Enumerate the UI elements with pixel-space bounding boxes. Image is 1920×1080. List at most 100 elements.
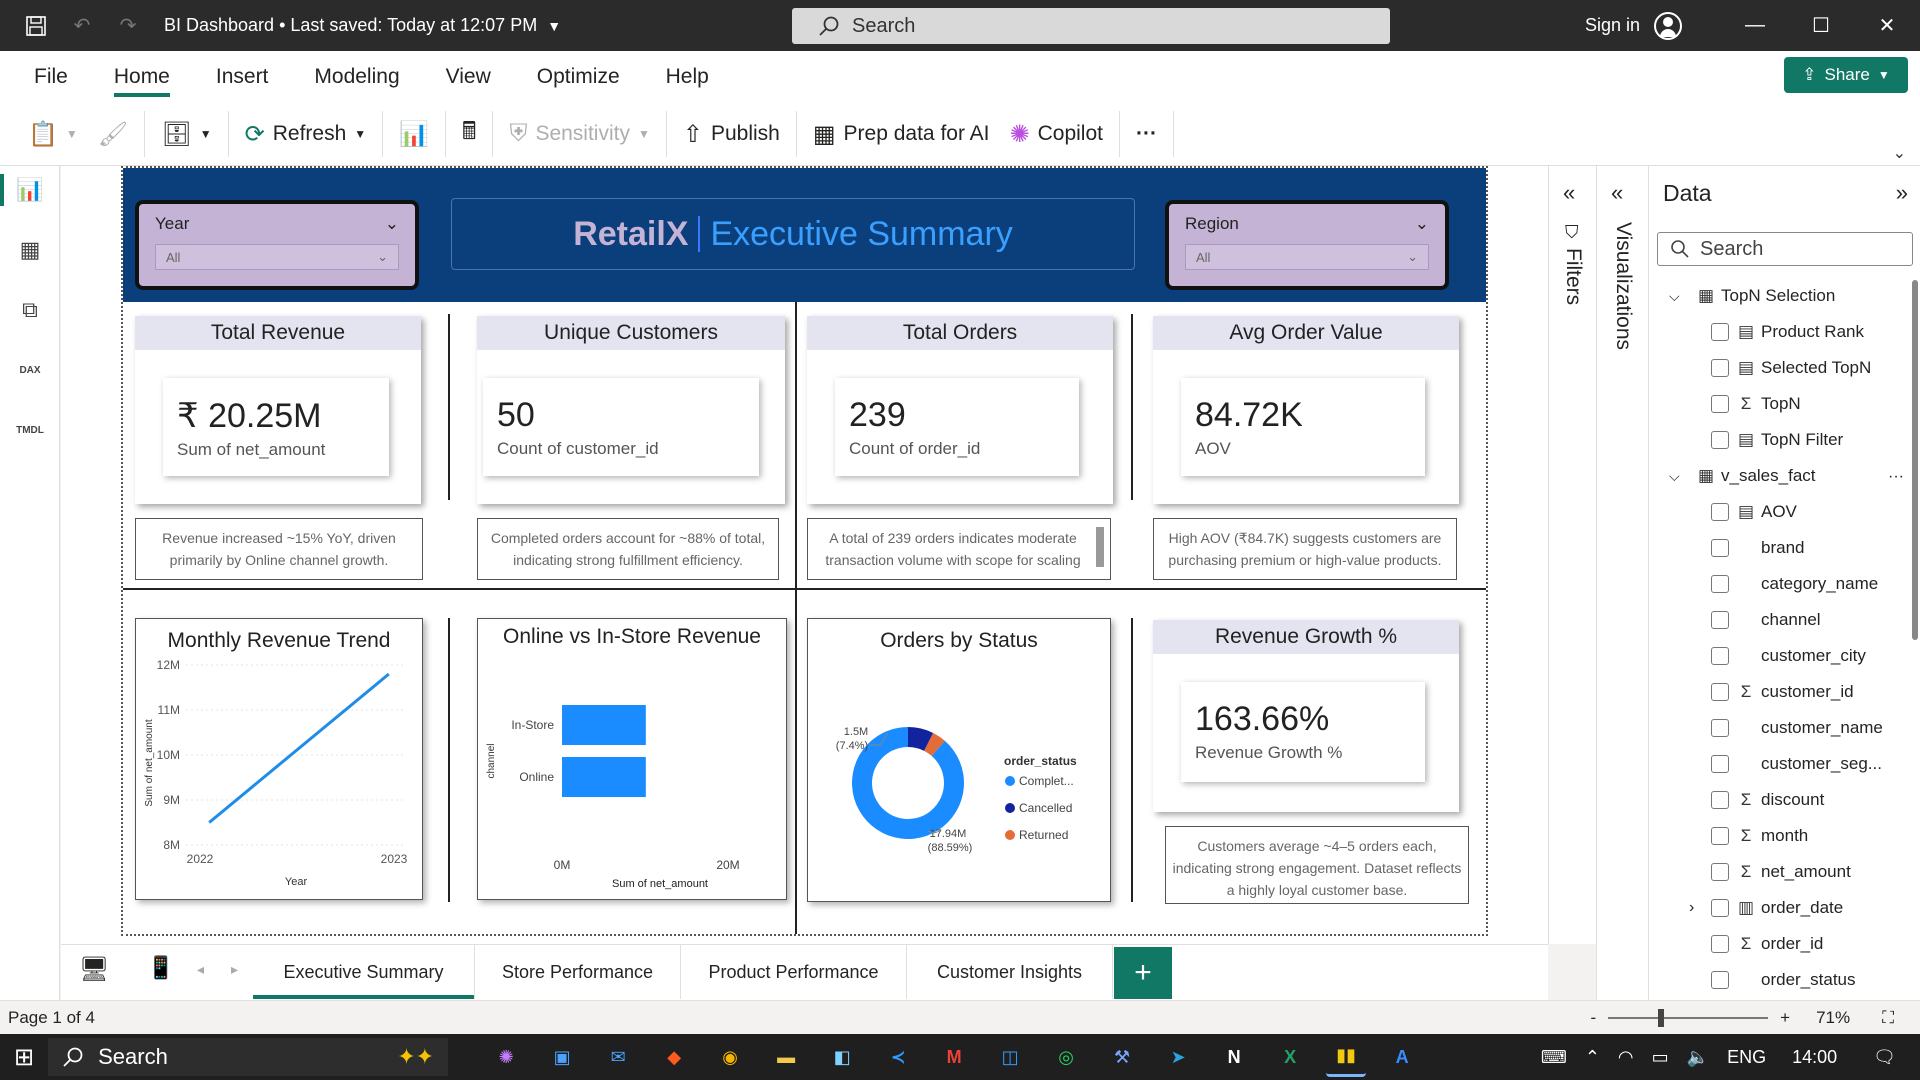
- page-tab-customer-insights[interactable]: Customer Insights: [907, 945, 1113, 999]
- tab-optimize[interactable]: Optimize: [537, 53, 620, 101]
- field-item[interactable]: ▤ TopN Filter: [1649, 422, 1909, 458]
- monthly-revenue-chart[interactable]: Monthly Revenue Trend 12M 11M 10M 9M 8M 2022 2…: [135, 618, 423, 900]
- field-checkbox[interactable]: [1711, 395, 1729, 413]
- field-checkbox[interactable]: [1711, 431, 1729, 449]
- copilot-app-icon[interactable]: ✺: [486, 1037, 526, 1077]
- get-data-button[interactable]: 🗄 ▼: [151, 111, 221, 157]
- year-dropdown[interactable]: All ⌄: [155, 244, 399, 270]
- bar-online[interactable]: [562, 757, 646, 797]
- field-item[interactable]: ▤ Product Rank: [1649, 314, 1909, 350]
- fit-to-page-icon[interactable]: ⛶: [1882, 1008, 1894, 1028]
- field-item[interactable]: › ▥ order_date: [1649, 890, 1909, 926]
- zoom-slider-thumb[interactable]: [1658, 1009, 1665, 1027]
- clock[interactable]: 14:00: [1792, 1047, 1837, 1068]
- field-checkbox[interactable]: [1711, 863, 1729, 881]
- store-app-icon[interactable]: ▣: [542, 1037, 582, 1077]
- scroll-right-icon[interactable]: ▸: [231, 961, 238, 978]
- legend-label[interactable]: Complet...: [1019, 774, 1074, 788]
- publish-button[interactable]: ⇧ Publish: [673, 111, 790, 157]
- chrome-app-icon[interactable]: ◉: [710, 1037, 750, 1077]
- field-checkbox[interactable]: [1711, 791, 1729, 809]
- more-options-icon[interactable]: ···: [1888, 468, 1904, 486]
- paste-button[interactable]: 📋 ▼: [18, 111, 88, 157]
- report-view-icon[interactable]: 📊: [0, 166, 60, 214]
- tab-insert[interactable]: Insert: [216, 53, 269, 101]
- calculation-button[interactable]: 🖩: [452, 111, 486, 157]
- region-dropdown[interactable]: All ⌄: [1185, 244, 1429, 270]
- ssms-app-icon[interactable]: ⚒: [1102, 1037, 1142, 1077]
- field-item[interactable]: Σ TopN: [1649, 386, 1909, 422]
- year-slicer[interactable]: Year ⌄ All ⌄: [135, 200, 419, 290]
- azure-app-icon[interactable]: A: [1382, 1037, 1422, 1077]
- field-checkbox[interactable]: [1711, 971, 1729, 989]
- field-item[interactable]: ▤ Selected TopN: [1649, 350, 1909, 386]
- zoom-slider[interactable]: [1608, 1009, 1769, 1027]
- close-icon[interactable]: ✕: [1854, 0, 1920, 51]
- field-checkbox[interactable]: [1711, 719, 1729, 737]
- zoom-level[interactable]: 71%: [1816, 1008, 1850, 1028]
- field-checkbox[interactable]: [1711, 575, 1729, 593]
- format-painter-button[interactable]: 🖌: [88, 111, 138, 157]
- field-checkbox[interactable]: [1711, 647, 1729, 665]
- region-slicer[interactable]: Region ⌄ All ⌄: [1165, 200, 1449, 290]
- global-search-box[interactable]: Search: [792, 8, 1390, 44]
- dax-query-icon[interactable]: DAX: [0, 346, 60, 394]
- powerbi-app-icon[interactable]: ▮▮: [1326, 1037, 1367, 1077]
- zoom-out-icon[interactable]: -: [1590, 1008, 1596, 1028]
- field-table[interactable]: ⌵ ▦ v_sales_fact: [1649, 458, 1909, 494]
- windows-start-icon[interactable]: ⊞: [14, 1043, 34, 1072]
- more-options-button[interactable]: ···: [1126, 111, 1167, 157]
- chevron-down-icon[interactable]: ⌵: [1669, 468, 1689, 485]
- redo-icon[interactable]: ↷: [116, 14, 140, 38]
- undo-icon[interactable]: ↶: [70, 14, 94, 38]
- field-item[interactable]: Σdiscount: [1649, 782, 1909, 818]
- mail-app-icon[interactable]: ✉: [598, 1037, 638, 1077]
- prep-data-button[interactable]: ▦ Prep data for AI: [803, 111, 1000, 157]
- online-vs-instore-chart[interactable]: Online vs In-Store Revenue In-Store Onlin…: [477, 618, 787, 900]
- kpi-unique-customers[interactable]: Unique Customers 50 Count of customer_id: [477, 316, 785, 504]
- bar-instore[interactable]: [562, 705, 646, 745]
- collapse-visualizations-icon[interactable]: «: [1611, 180, 1623, 206]
- field-item[interactable]: channel: [1649, 602, 1909, 638]
- chevron-right-icon[interactable]: ›: [1689, 899, 1711, 917]
- kpi-total-orders[interactable]: Total Orders 239 Count of order_id: [807, 316, 1113, 504]
- visualizations-pane[interactable]: « Visualizations: [1596, 166, 1648, 1000]
- field-item[interactable]: Σmonth: [1649, 818, 1909, 854]
- filters-pane[interactable]: « ⛉ Filters: [1548, 166, 1596, 944]
- mobile-layout-icon[interactable]: 📱: [147, 955, 174, 981]
- field-checkbox[interactable]: [1711, 935, 1729, 953]
- scroll-left-icon[interactable]: ◂: [197, 961, 204, 978]
- language-indicator[interactable]: ENG: [1727, 1047, 1766, 1068]
- page-tab-store-performance[interactable]: Store Performance: [475, 945, 681, 999]
- data-search-input[interactable]: Search: [1657, 232, 1913, 266]
- document-title[interactable]: BI Dashboard • Last saved: Today at 12:0…: [164, 15, 561, 36]
- vscode-app-icon[interactable]: ≺: [878, 1037, 918, 1077]
- orders-by-status-chart[interactable]: Orders by Status 1.5M (7.4%) 17.94M (88.59%…: [807, 618, 1111, 902]
- legend-label[interactable]: Cancelled: [1019, 801, 1072, 815]
- kpi-avg-order-value[interactable]: Avg Order Value 84.72K AOV: [1153, 316, 1459, 504]
- expand-data-pane-icon[interactable]: »: [1896, 180, 1908, 206]
- field-table[interactable]: ⌵ ▦ TopN Selection: [1649, 278, 1909, 314]
- field-checkbox[interactable]: [1711, 755, 1729, 773]
- model-view-icon[interactable]: ⧉: [0, 286, 60, 334]
- gmail-app-icon[interactable]: M: [934, 1037, 974, 1077]
- outlook-app-icon[interactable]: ◫: [990, 1037, 1030, 1077]
- sign-in-link[interactable]: Sign in: [1585, 15, 1640, 36]
- keyboard-icon[interactable]: ⌨: [1541, 1047, 1567, 1068]
- volume-icon[interactable]: 🔈: [1687, 1047, 1709, 1068]
- kpi-revenue-growth[interactable]: Revenue Growth % 163.66% Revenue Growth %: [1153, 620, 1459, 812]
- tab-file[interactable]: File: [34, 53, 68, 101]
- tab-view[interactable]: View: [446, 53, 491, 101]
- brave-app-icon[interactable]: ◆: [654, 1037, 694, 1077]
- field-item[interactable]: customer_seg...: [1649, 746, 1909, 782]
- wifi-icon[interactable]: ◠: [1618, 1047, 1634, 1068]
- add-page-button[interactable]: +: [1114, 947, 1172, 999]
- desktop-layout-icon[interactable]: 🖥: [79, 955, 109, 984]
- scrollbar[interactable]: [1096, 527, 1104, 567]
- field-checkbox[interactable]: [1711, 683, 1729, 701]
- share-button[interactable]: ⇪ Share ▼: [1784, 57, 1908, 93]
- field-item[interactable]: brand: [1649, 530, 1909, 566]
- collapse-ribbon-icon[interactable]: ⌄: [1893, 143, 1906, 163]
- field-checkbox[interactable]: [1711, 899, 1729, 917]
- field-item[interactable]: ▤ AOV: [1649, 494, 1909, 530]
